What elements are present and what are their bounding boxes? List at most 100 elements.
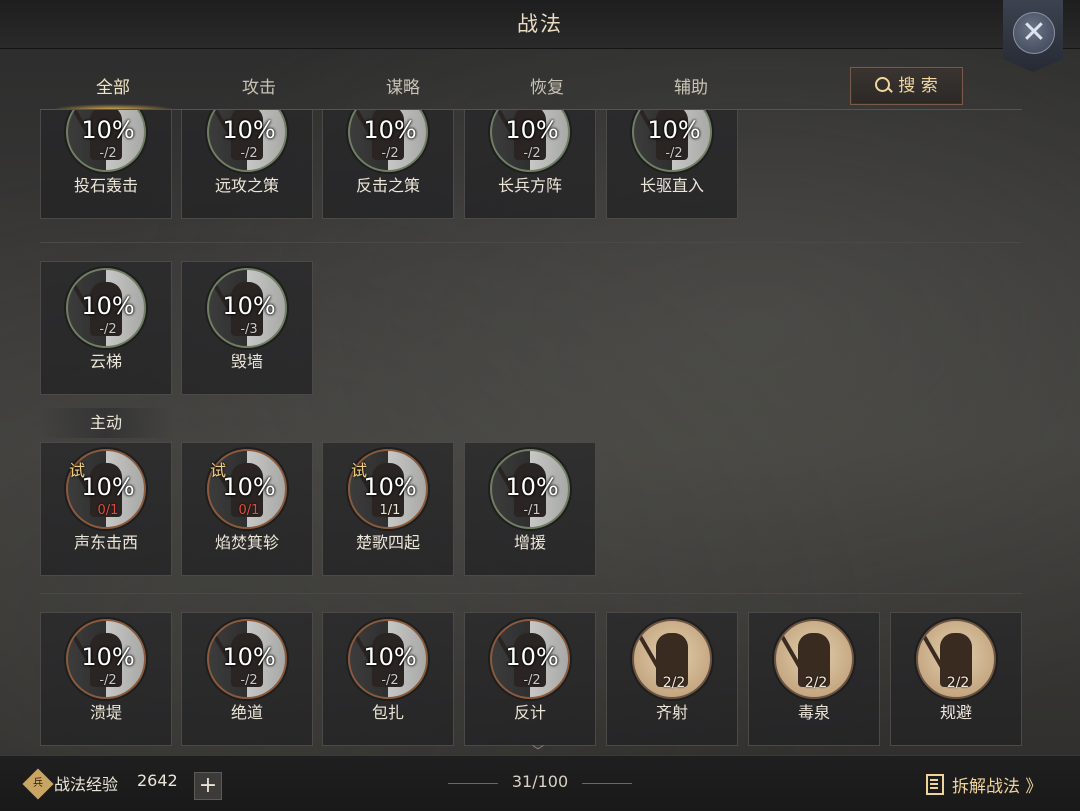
tactic-name: 溃堤: [89, 703, 122, 722]
count-text: 0/1: [238, 503, 260, 518]
scroll-down-chevron-icon[interactable]: ﹀: [528, 745, 548, 757]
rate-text: 10%: [81, 292, 135, 320]
tactic-card[interactable]: 10% -/2 反计: [464, 612, 596, 746]
tactic-name: 包扎: [371, 703, 404, 722]
tactic-card[interactable]: 10% -/2 包扎: [322, 612, 454, 746]
rate-text: 10%: [363, 116, 417, 144]
spearman-icon: 2/2: [774, 619, 854, 699]
add-exp-button[interactable]: +: [194, 772, 222, 800]
tactic-card[interactable]: 10% -/2 远攻之策: [181, 110, 313, 219]
tactic-emblem-icon: 10% -/2: [490, 110, 570, 172]
tactic-name: 楚歌四起: [355, 533, 420, 552]
close-button[interactable]: ✕: [1003, 0, 1063, 72]
tactic-name: 远攻之策: [214, 176, 279, 195]
tab-support[interactable]: 辅助: [618, 60, 764, 110]
count-text: -/2: [240, 146, 258, 161]
count-text: -/2: [381, 673, 399, 688]
tactic-name: 长驱直入: [639, 176, 704, 195]
trial-badge: 试: [210, 461, 227, 480]
tactic-name: 毒泉: [797, 703, 830, 722]
row-divider: [40, 242, 1022, 243]
rate-text: 10%: [222, 643, 276, 671]
tactic-emblem-icon: 10% -/1: [490, 449, 570, 529]
tactic-name: 云梯: [89, 352, 122, 371]
count-text: 2/2: [804, 675, 828, 691]
rate-text: 10%: [647, 116, 701, 144]
tactic-emblem-icon: 10% -/2: [66, 268, 146, 348]
tactics-grid: 10% -/2 投石轰击 10% -/2 远攻之策 10% -/2 反击之策 1…: [0, 110, 1080, 755]
spearman-icon: 2/2: [916, 619, 996, 699]
count-text: 1/1: [379, 503, 401, 518]
tactic-count: 31/100: [511, 772, 569, 791]
count-divider-left: [448, 783, 498, 784]
soldier-badge-icon: 兵: [22, 768, 54, 800]
tactic-name: 投石轰击: [73, 176, 138, 195]
tab-strategy[interactable]: 谋略: [330, 60, 476, 110]
tactic-card[interactable]: 10% -/1 增援: [464, 442, 596, 576]
count-text: -/2: [99, 673, 117, 688]
search-button[interactable]: 搜 索: [850, 67, 963, 105]
tactic-card[interactable]: 10% -/2 长兵方阵: [464, 110, 596, 219]
tactic-card[interactable]: 2/2 毒泉: [748, 612, 880, 746]
count-text: -/2: [381, 146, 399, 161]
tab-all[interactable]: 全部: [40, 60, 186, 110]
tactic-exp-label: 战法经验: [54, 775, 119, 794]
tactic-card[interactable]: 10% -/2 溃堤: [40, 612, 172, 746]
count-text: -/2: [240, 673, 258, 688]
disassemble-tactic-button[interactable]: 拆解战法 》: [926, 771, 1042, 797]
tactic-card[interactable]: 2/2 规避: [890, 612, 1022, 746]
rate-text: 10%: [81, 643, 135, 671]
trial-badge: 试: [351, 461, 368, 480]
tactic-emblem-icon: 10% -/2: [348, 619, 428, 699]
tactic-name: 声东击西: [73, 533, 138, 552]
tab-attack[interactable]: 攻击: [186, 60, 332, 110]
rate-text: 10%: [363, 643, 417, 671]
tactic-emblem-icon: 10% -/2: [490, 619, 570, 699]
tactic-name: 毁墙: [230, 352, 263, 371]
tactic-emblem-icon: 10% -/3: [207, 268, 287, 348]
crossed-swords-icon: ✕: [1013, 12, 1055, 54]
tactic-name: 长兵方阵: [497, 176, 562, 195]
spearman-icon: 2/2: [632, 619, 712, 699]
tactic-card[interactable]: 10% 0/1 试 焰焚箕轸: [181, 442, 313, 576]
tactic-card[interactable]: 10% 0/1 试 声东击西: [40, 442, 172, 576]
tactic-exp-value: 2642: [137, 771, 178, 790]
tactic-emblem-icon: 10% -/2: [66, 110, 146, 172]
rate-text: 10%: [505, 473, 559, 501]
rate-text: 10%: [222, 116, 276, 144]
rate-text: 10%: [222, 292, 276, 320]
document-icon: [926, 774, 944, 795]
count-text: 0/1: [97, 503, 119, 518]
count-text: 2/2: [662, 675, 686, 691]
search-icon: [875, 77, 891, 92]
trial-badge: 试: [69, 461, 86, 480]
count-text: -/2: [523, 673, 541, 688]
category-tabs: 全部 攻击 谋略 恢复 辅助: [40, 60, 980, 110]
tactic-card[interactable]: 10% -/2 云梯: [40, 261, 172, 395]
tactic-name: 绝道: [230, 703, 263, 722]
tactic-card[interactable]: 10% -/3 毁墙: [181, 261, 313, 395]
rate-text: 10%: [505, 643, 559, 671]
tactic-card[interactable]: 10% -/2 长驱直入: [606, 110, 738, 219]
tactic-card[interactable]: 10% 1/1 试 楚歌四起: [322, 442, 454, 576]
tactic-card[interactable]: 10% -/2 反击之策: [322, 110, 454, 219]
count-text: -/3: [240, 322, 258, 337]
tactic-card[interactable]: 10% -/2 绝道: [181, 612, 313, 746]
count-text: -/1: [523, 503, 541, 518]
tactic-emblem-icon: 10% -/2: [207, 110, 287, 172]
count-text: -/2: [99, 146, 117, 161]
tactic-name: 反计: [513, 703, 546, 722]
rate-text: 10%: [81, 116, 135, 144]
section-label-active: 主动: [40, 408, 172, 438]
tactic-emblem-icon: 10% -/2: [66, 619, 146, 699]
count-text: -/2: [523, 146, 541, 161]
tactic-card[interactable]: 10% -/2 投石轰击: [40, 110, 172, 219]
exp-icon-text: 兵: [33, 778, 43, 789]
page-title: 战法: [517, 12, 563, 36]
tactic-card[interactable]: 2/2 齐射: [606, 612, 738, 746]
disassemble-label: 拆解战法 》: [952, 777, 1043, 797]
count-text: -/2: [665, 146, 683, 161]
tactic-name: 反击之策: [355, 176, 420, 195]
tab-recovery[interactable]: 恢复: [474, 60, 620, 110]
tactic-name: 增援: [513, 533, 546, 552]
